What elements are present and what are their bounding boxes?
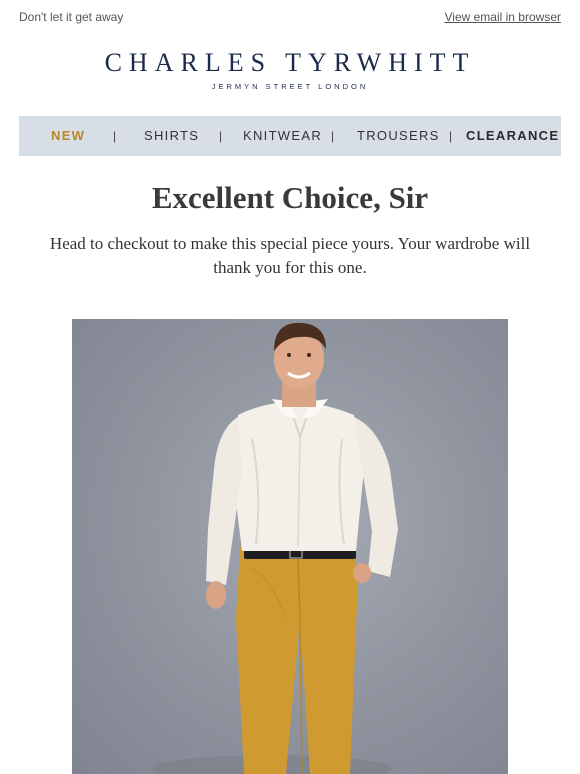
nav-item-clearance[interactable]: CLEARANCE [466,116,559,156]
main-navigation: NEW | SHIRTS | KNITWEAR | TROUSERS | CLE… [19,116,561,156]
top-bar: Don't let it get away View email in brow… [0,0,580,34]
logo-wordmark: CHARLES TYRWHITT [104,48,476,77]
nav-item-new[interactable]: NEW [51,116,85,156]
preheader-text: Don't let it get away [19,10,124,24]
nav-item-trousers[interactable]: TROUSERS [357,116,440,156]
nav-separator: | [331,129,335,143]
nav-separator: | [219,129,223,143]
product-photo-man-white-shirt-mustard-trousers-icon [152,322,398,774]
view-in-browser-link[interactable]: View email in browser [445,10,562,24]
nav-separator: | [113,129,117,143]
logo-tagline: JERMYN STREET LONDON [211,82,369,91]
product-hero-image[interactable] [72,319,508,774]
body-copy: Head to checkout to make this special pi… [49,234,531,277]
brand-logo[interactable]: CHARLES TYRWHITT JERMYN STREET LONDON [0,48,580,92]
nav-separator: | [449,129,453,143]
page-headline: Excellent Choice, Sir [151,180,429,215]
nav-item-knitwear[interactable]: KNITWEAR [243,116,322,156]
nav-item-shirts[interactable]: SHIRTS [144,116,199,156]
